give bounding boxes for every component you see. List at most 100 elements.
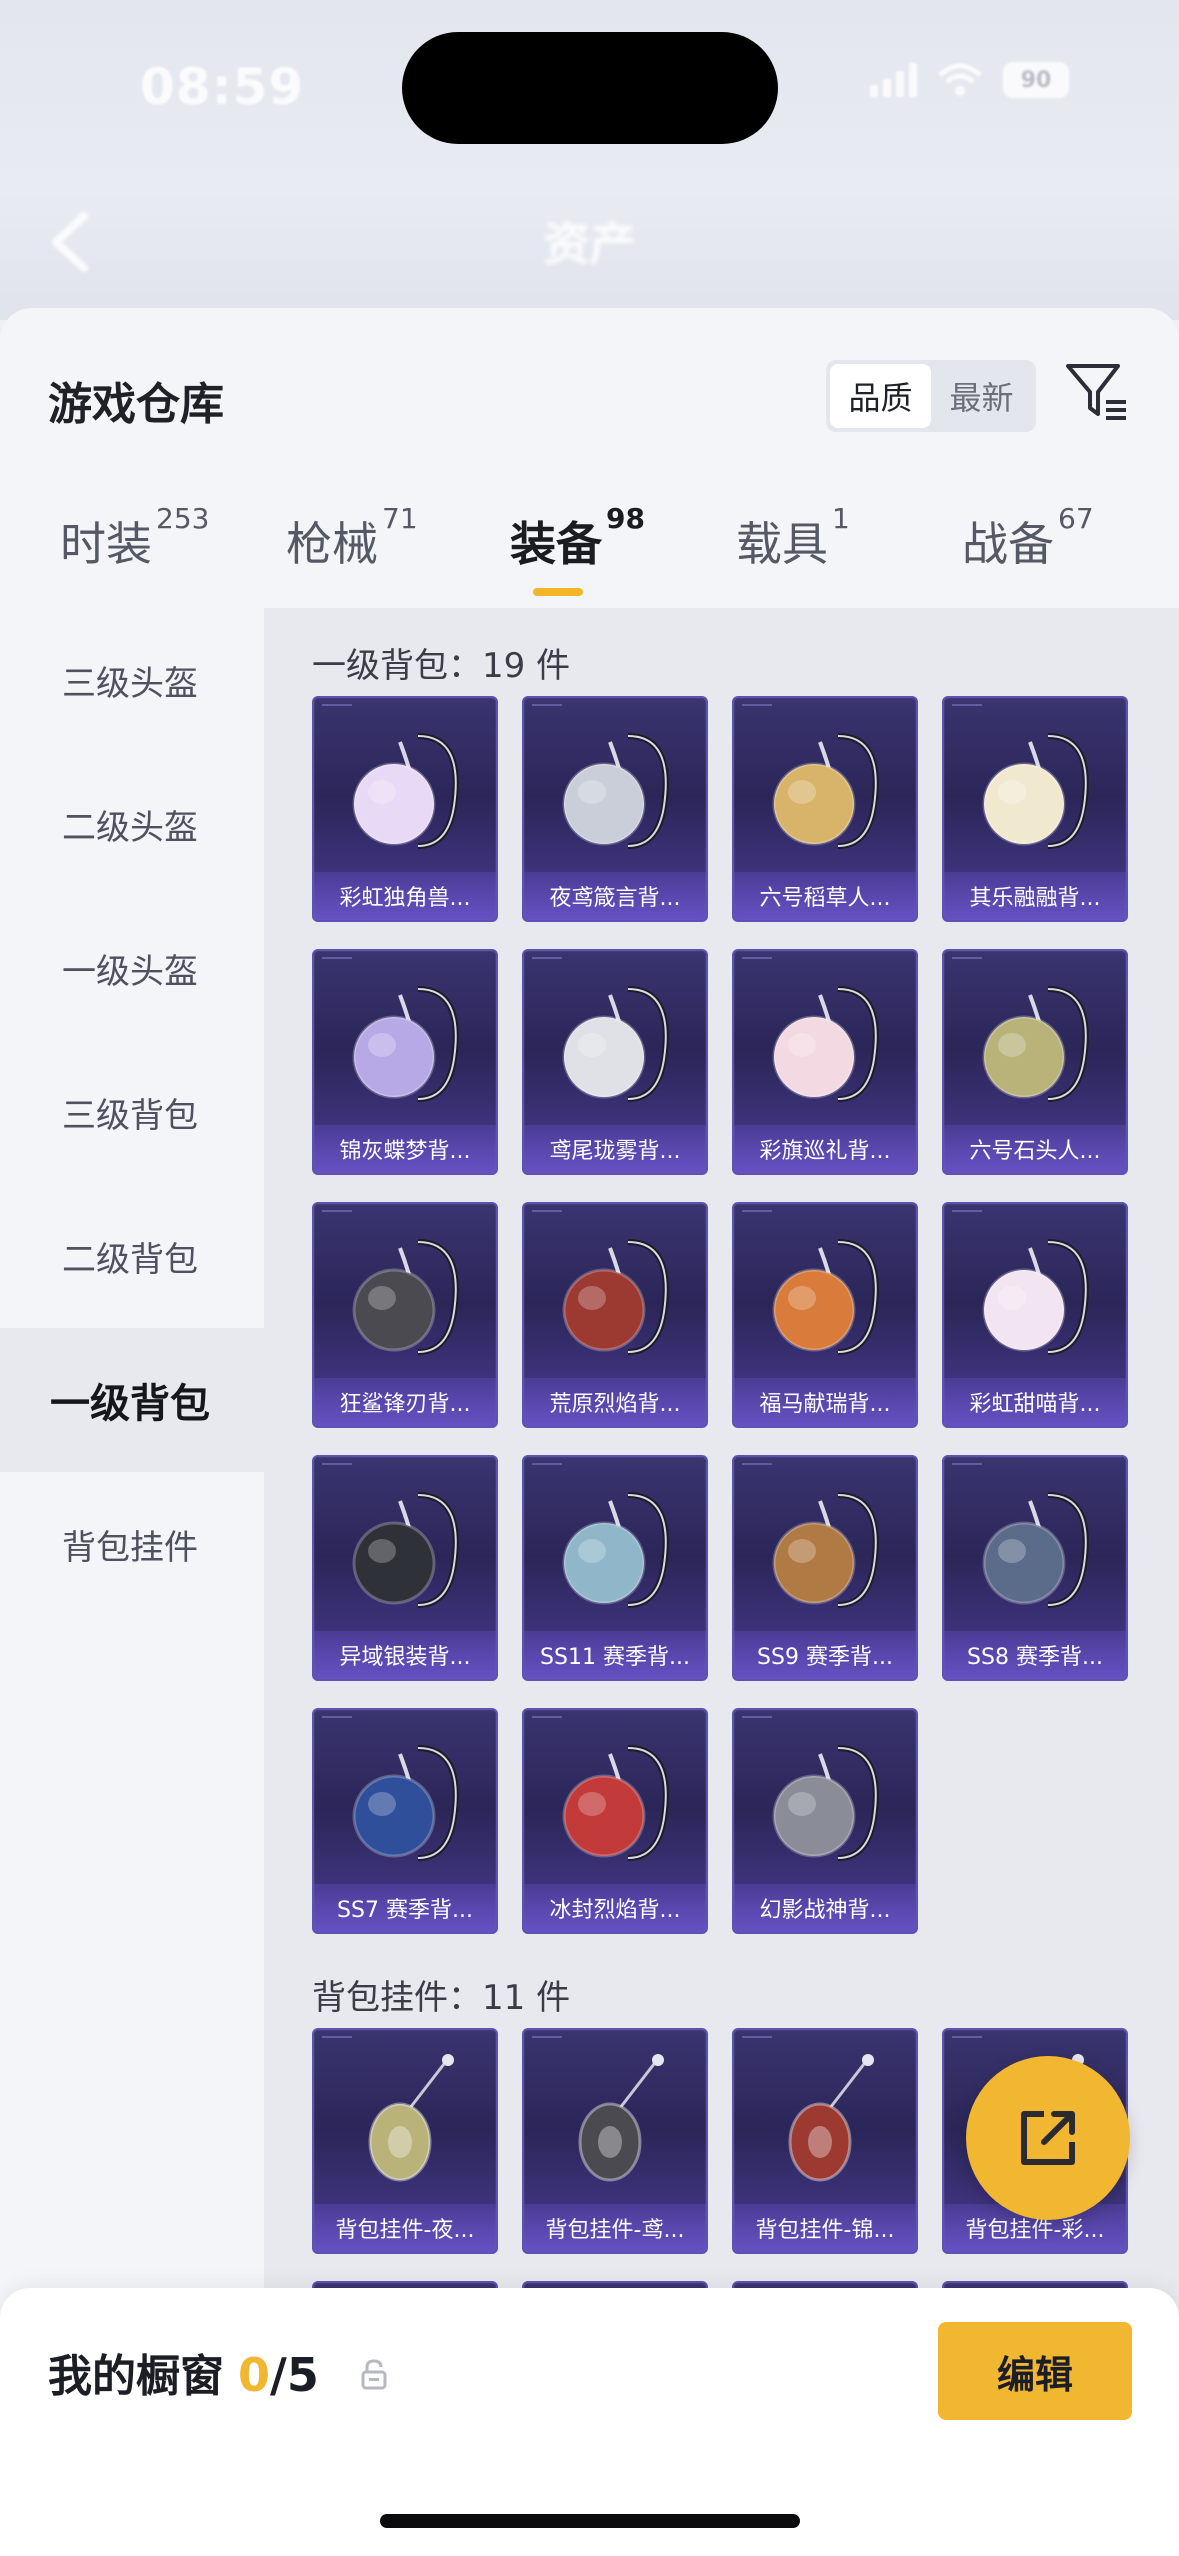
item-card-label: 鸢尾珑雾背...	[524, 1125, 706, 1173]
item-card[interactable]: 六号稻草人...	[732, 696, 918, 922]
tab-guns[interactable]: 枪械 71	[286, 502, 418, 574]
tab-supplies[interactable]: 战备 67	[962, 502, 1094, 574]
item-card-label: 锦灰蝶梦背...	[314, 1125, 496, 1173]
season-backpack-icon	[524, 1465, 706, 1635]
share-button[interactable]	[966, 2056, 1130, 2220]
item-card[interactable]: 其乐融融背...	[942, 696, 1128, 922]
pendant-icon	[734, 2038, 916, 2208]
tab-label: 载具	[736, 517, 828, 571]
item-card-label: 狂鲨锋刃背...	[314, 1378, 496, 1426]
item-card[interactable]: 彩旗巡礼背...	[732, 949, 918, 1175]
season-backpack-icon	[944, 1465, 1126, 1635]
showcase-title: 我的橱窗	[48, 2351, 224, 2402]
tab-equipment[interactable]: 装备 98	[510, 502, 645, 574]
item-card-label: 背包挂件-锦...	[734, 2204, 916, 2252]
item-card[interactable]: SS8 赛季背...	[942, 1455, 1128, 1681]
showcase-current: 0	[238, 2348, 271, 2402]
sidebar-item-backpack-2[interactable]: 二级背包	[0, 1184, 264, 1328]
section-title: 背包挂件：11 件	[312, 1978, 571, 2018]
item-card[interactable]: 荒原烈焰背...	[522, 1202, 708, 1428]
item-card-label: 彩虹独角兽...	[314, 872, 496, 920]
item-card[interactable]: 背包挂件-鸢...	[522, 2028, 708, 2254]
sidebar: 三级头盔 二级头盔 一级头盔 三级背包 二级背包 一级背包 背包挂件	[0, 608, 264, 2556]
sidebar-item-backpack-1[interactable]: 一级背包	[0, 1328, 264, 1472]
flame-backpack-icon	[524, 1212, 706, 1382]
scarecrow-backpack-icon	[734, 706, 916, 876]
item-card[interactable]: 锦灰蝶梦背...	[312, 949, 498, 1175]
tab-active-indicator	[533, 588, 583, 596]
tab-count: 253	[156, 502, 210, 535]
item-card[interactable]: 背包挂件-夜...	[312, 2028, 498, 2254]
item-card-label: 其乐融融背...	[944, 872, 1126, 920]
item-card-label: 六号石头人...	[944, 1125, 1126, 1173]
edit-button[interactable]: 编辑	[938, 2322, 1132, 2420]
warehouse-sheet: 游戏仓库 品质 最新 时装 253 枪械 71 装备 98 载具 1 战备 67 三级头盔…	[0, 308, 1179, 2556]
showcase-label: 我的橱窗 0/5	[48, 2340, 319, 2404]
item-card-label: 幻影战神背...	[734, 1884, 916, 1932]
dynamic-island	[402, 32, 778, 144]
item-card[interactable]: 背包挂件-锦...	[732, 2028, 918, 2254]
pendant-icon	[314, 2038, 496, 2208]
item-card[interactable]: 六号石头人...	[942, 949, 1128, 1175]
item-card[interactable]: 幻影战神背...	[732, 1708, 918, 1934]
share-icon	[1021, 2111, 1075, 2165]
tab-label: 战备	[962, 517, 1054, 571]
season-backpack-icon	[734, 1465, 916, 1635]
item-card-label: SS8 赛季背...	[944, 1631, 1126, 1679]
filter-icon[interactable]	[1064, 360, 1128, 424]
unicorn-backpack-icon	[314, 706, 496, 876]
item-card[interactable]: 福马献瑞背...	[732, 1202, 918, 1428]
flag-backpack-icon	[734, 959, 916, 1129]
silver-backpack-icon	[314, 1465, 496, 1635]
cream-backpack-icon	[944, 706, 1126, 876]
item-card[interactable]: SS7 赛季背...	[312, 1708, 498, 1934]
item-card[interactable]: 狂鲨锋刃背...	[312, 1202, 498, 1428]
item-card-label: 六号稻草人...	[734, 872, 916, 920]
item-card[interactable]: SS9 赛季背...	[732, 1455, 918, 1681]
sidebar-item-helmet-3[interactable]: 三级头盔	[0, 608, 264, 752]
iris-backpack-icon	[524, 959, 706, 1129]
tab-label: 时装	[60, 517, 152, 571]
sort-toggle: 品质 最新	[826, 360, 1036, 432]
section-title: 一级背包：19 件	[312, 646, 571, 686]
signal-icon	[870, 63, 917, 97]
tab-count: 98	[606, 502, 645, 535]
lock-icon	[361, 2359, 387, 2390]
item-card-label: SS7 赛季背...	[314, 1884, 496, 1932]
item-card[interactable]: 异域银装背...	[312, 1455, 498, 1681]
sidebar-item-backpack-3[interactable]: 三级背包	[0, 1040, 264, 1184]
horse-backpack-icon	[734, 1212, 916, 1382]
item-card[interactable]: SS11 赛季背...	[522, 1455, 708, 1681]
sidebar-item-helmet-1[interactable]: 一级头盔	[0, 896, 264, 1040]
item-card-label: 冰封烈焰背...	[524, 1884, 706, 1932]
pendant-icon	[524, 2038, 706, 2208]
tab-fashion[interactable]: 时装 253	[60, 502, 209, 574]
sort-quality[interactable]: 品质	[830, 364, 931, 428]
item-card-label: 异域银装背...	[314, 1631, 496, 1679]
tab-vehicles[interactable]: 载具 1	[736, 502, 850, 574]
item-card-label: SS9 赛季背...	[734, 1631, 916, 1679]
item-card-label: 背包挂件-鸢...	[524, 2204, 706, 2252]
item-card[interactable]: 彩虹甜喵背...	[942, 1202, 1128, 1428]
category-tabs: 时装 253 枪械 71 装备 98 载具 1 战备 67	[0, 502, 1179, 608]
tab-count: 67	[1058, 502, 1094, 535]
item-card-label: 彩虹甜喵背...	[944, 1378, 1126, 1426]
item-card[interactable]: 彩虹独角兽...	[312, 696, 498, 922]
item-card[interactable]: 鸢尾珑雾背...	[522, 949, 708, 1175]
nav-title: 资产	[543, 217, 636, 271]
sort-newest[interactable]: 最新	[931, 364, 1032, 428]
sidebar-item-pendant[interactable]: 背包挂件	[0, 1472, 264, 1616]
item-card[interactable]: 夜鸢箴言背...	[522, 696, 708, 922]
status-time: 08:59	[140, 58, 305, 116]
showcase-total: /5	[270, 2348, 319, 2402]
item-card-label: 背包挂件-夜...	[314, 2204, 496, 2252]
item-card[interactable]: 冰封烈焰背...	[522, 1708, 708, 1934]
item-card-label: 彩旗巡礼背...	[734, 1125, 916, 1173]
sidebar-item-helmet-2[interactable]: 二级头盔	[0, 752, 264, 896]
tab-count: 1	[832, 502, 850, 535]
status-icons: 90	[870, 62, 1069, 98]
ice-flame-backpack-icon	[524, 1718, 706, 1888]
shark-backpack-icon	[314, 1212, 496, 1382]
item-card-label: 福马献瑞背...	[734, 1378, 916, 1426]
page-title: 游戏仓库	[48, 379, 224, 430]
